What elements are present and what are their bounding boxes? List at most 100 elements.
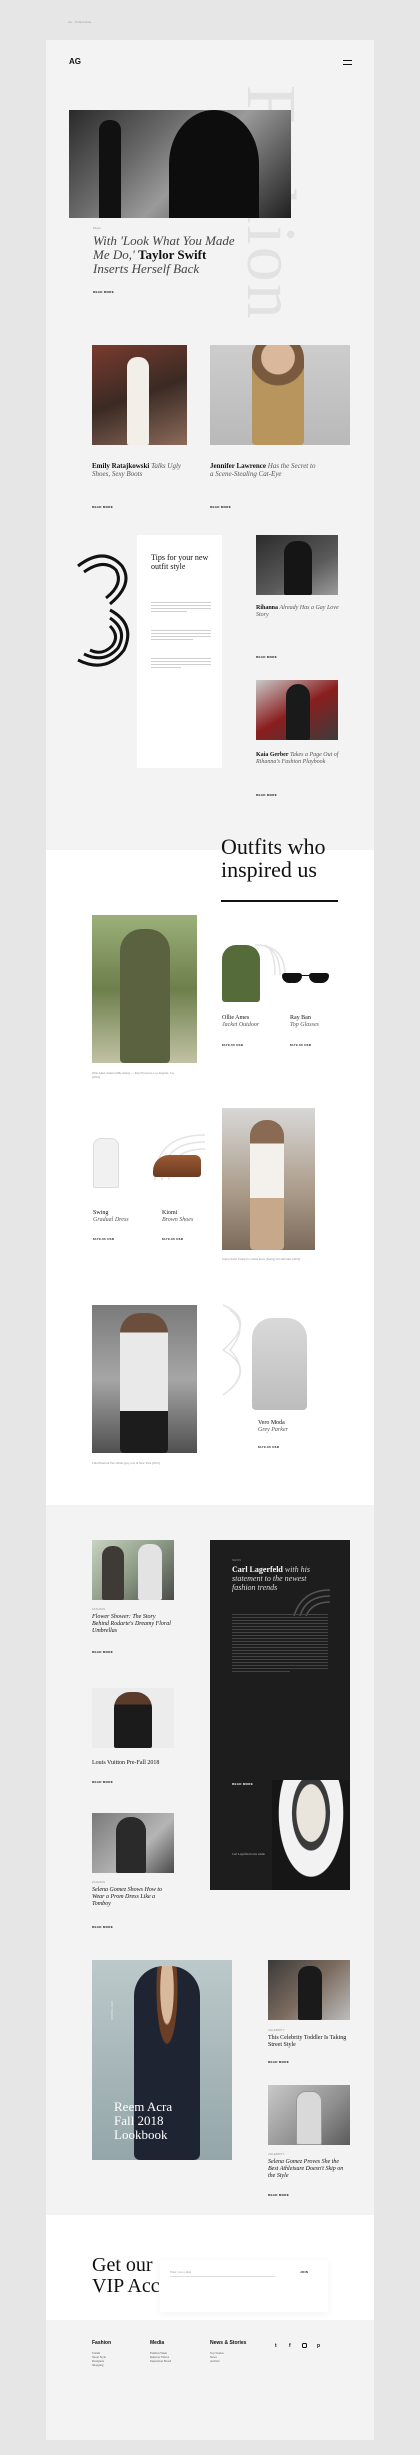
hero-title-bold: Taylor Swift: [138, 247, 207, 262]
side-caption-rihanna[interactable]: Rihanna Already Has a Gay Love Story: [256, 605, 341, 619]
lookbook-title: Reem Acra Fall 2018 Lookbook: [114, 2100, 172, 2142]
twitter-icon[interactable]: t: [275, 2343, 277, 2349]
lookbook-image[interactable]: SPRING 2018 Reem Acra Fall 2018 Lookbook: [92, 1960, 232, 2160]
card-caption-jennifer[interactable]: Jennifer Lawrence Has the Secret to a Sc…: [210, 462, 320, 478]
footer-social: t f p: [275, 2343, 335, 2349]
feature-card[interactable]: NEWS Carl Lagerfeld with his statement t…: [210, 1540, 350, 1890]
product-image-dress[interactable]: [93, 1138, 119, 1188]
card-caption-emily[interactable]: Emily Ratajkowski Talks Ugly Shoes, Sexy…: [92, 462, 187, 478]
feature-title: Carl Lagerfeld with his statement to the…: [232, 1565, 320, 1592]
product-caption-coat[interactable]: Vero Moda Grey Parker: [258, 1420, 318, 1434]
hero-title[interactable]: With 'Look What You Made Me Do,' Taylor …: [93, 234, 243, 276]
pinterest-icon[interactable]: p: [317, 2343, 320, 2349]
lookbook-side-image-2[interactable]: [268, 2085, 350, 2145]
hero-figure-right: [169, 110, 259, 218]
more-image-3[interactable]: [92, 1813, 174, 1873]
card-image-jennifer[interactable]: [210, 345, 350, 445]
window-title: AG - Fashion Issue: [68, 20, 92, 24]
lookbook-side-image-1[interactable]: [268, 1960, 350, 2020]
side-figure: [284, 541, 312, 595]
more-read-more-2[interactable]: READ MORE: [92, 1780, 113, 1784]
product-desc: Jacket Outdoor: [222, 1022, 260, 1028]
hero-image[interactable]: [69, 110, 291, 218]
glasses-lens-left: [282, 973, 302, 983]
product-image-jacket[interactable]: [222, 945, 260, 1002]
footer-link[interactable]: Archive: [210, 2359, 265, 2363]
outfit-figure: [120, 1313, 168, 1453]
side-image-kaia[interactable]: [256, 680, 338, 740]
product-desc: Brown Shoes: [162, 1217, 194, 1223]
hamburger-icon[interactable]: [343, 60, 352, 65]
lookbook-side-title-2[interactable]: Selena Gomez Proves She the Best Athleis…: [268, 2159, 348, 2180]
logo[interactable]: AG: [69, 57, 81, 66]
more-read-more-1[interactable]: READ MORE: [92, 1650, 113, 1654]
more-figure: [138, 1544, 162, 1600]
more-title-3[interactable]: Selena Gomez Shows How to Wear a Prom Dr…: [92, 1887, 172, 1908]
glasses-lens-right: [309, 973, 329, 983]
more-title-2[interactable]: Louis Vuitton Pre-Fall 2018: [92, 1760, 172, 1767]
product-name: Vero Moda: [258, 1420, 285, 1426]
lookbook-side-title-1[interactable]: This Celebrity Toddler Is Taking Street …: [268, 2035, 348, 2049]
more-title-1[interactable]: Flower Shower: The Story Behind Rodarte'…: [92, 1614, 172, 1635]
more-read-more-3[interactable]: READ MORE: [92, 1925, 113, 1929]
instagram-icon[interactable]: [302, 2343, 307, 2348]
outfit-image-3[interactable]: [92, 1305, 197, 1453]
lookbook-side-figure: [296, 2091, 322, 2145]
lookbook-side-more-2[interactable]: READ MORE: [268, 2193, 289, 2197]
side-image-rihanna[interactable]: [256, 535, 338, 595]
tips-title: Tips for your new outfit style: [151, 553, 209, 571]
card-image-emily[interactable]: [92, 345, 187, 445]
product-image-shoes[interactable]: [153, 1155, 201, 1177]
feature-tag: NEWS: [232, 1558, 241, 1562]
card-name: Emily Ratajkowski: [92, 462, 150, 470]
more-figure: [102, 1546, 124, 1600]
tips-number-graphic: [77, 554, 130, 667]
product-caption-glasses[interactable]: Ray Ban Top Glasses: [290, 1015, 340, 1029]
lookbook-side-tag-2: CELEBRITY: [268, 2152, 285, 2156]
footer-link[interactable]: Shopping: [92, 2363, 142, 2367]
lookbook-title-2: Fall 2018: [114, 2113, 164, 2128]
product-caption-shoes[interactable]: Kiomi Brown Shoes: [162, 1210, 212, 1224]
outfit-caption-2: Taylor Swift Swing in a white dress (Swi…: [222, 1257, 301, 1261]
product-desc: Gradual Dress: [93, 1217, 129, 1223]
outfit-image-2[interactable]: [222, 1108, 315, 1250]
vip-email-input[interactable]: Enter your e-mail: [170, 2270, 275, 2277]
card-figure: [252, 345, 304, 445]
product-image-glasses[interactable]: [278, 972, 334, 984]
outfit-caption-1: Ollie Ames Jacket (Ollie Ames) — Rays Ey…: [92, 1071, 174, 1079]
card-read-more[interactable]: READ MORE: [92, 505, 113, 509]
side-caption-kaia[interactable]: Kaia Gerber Takes a Page Out of Rihanna'…: [256, 752, 341, 766]
lookbook-side-figure: [298, 1966, 322, 2020]
tips-body: [151, 600, 211, 670]
vip-join-button[interactable]: JOIN: [300, 2270, 308, 2274]
side-read-more[interactable]: READ MORE: [256, 655, 277, 659]
feature-portrait: [272, 1780, 350, 1890]
footer-col-title: Media: [150, 2340, 165, 2346]
feature-quote: Carl Lagerfeld in the studio: [232, 1852, 266, 1856]
lookbook-subtitle: SPRING 2018: [110, 2000, 114, 2020]
card-figure: [127, 357, 149, 445]
footer-col-1: Fashion Trends Street Style Designers Sh…: [92, 2340, 142, 2367]
card-read-more[interactable]: READ MORE: [210, 505, 231, 509]
vip-form: Enter your e-mail JOIN: [160, 2260, 328, 2312]
more-image-1[interactable]: [92, 1540, 174, 1600]
side-read-more[interactable]: READ MORE: [256, 793, 277, 797]
hero-read-more[interactable]: READ MORE: [93, 290, 114, 294]
outfits-divider: [221, 900, 338, 902]
product-image-coat[interactable]: [252, 1318, 307, 1410]
facebook-icon[interactable]: f: [289, 2343, 291, 2349]
more-image-2[interactable]: [92, 1688, 174, 1748]
product-caption-jacket[interactable]: Ollie Ames Jacket Outdoor: [222, 1015, 272, 1029]
footer-link[interactable]: Inspiration Board: [150, 2359, 205, 2363]
footer-col-title: News & Stories: [210, 2340, 247, 2346]
hero-tag: Music: [93, 226, 101, 230]
product-caption-dress[interactable]: Swing Gradual Dress: [93, 1210, 143, 1224]
outfit-figure: [120, 929, 170, 1063]
outfit-image-1[interactable]: [92, 915, 197, 1063]
product-name: Kiomi: [162, 1210, 178, 1216]
product-price: $179.00 USD: [222, 1043, 244, 1047]
side-name: Rihanna: [256, 605, 279, 611]
product-price: $179.00 USD: [93, 1237, 115, 1241]
lookbook-side-more-1[interactable]: READ MORE: [268, 2060, 289, 2064]
feature-read-more[interactable]: READ MORE: [232, 1782, 253, 1786]
